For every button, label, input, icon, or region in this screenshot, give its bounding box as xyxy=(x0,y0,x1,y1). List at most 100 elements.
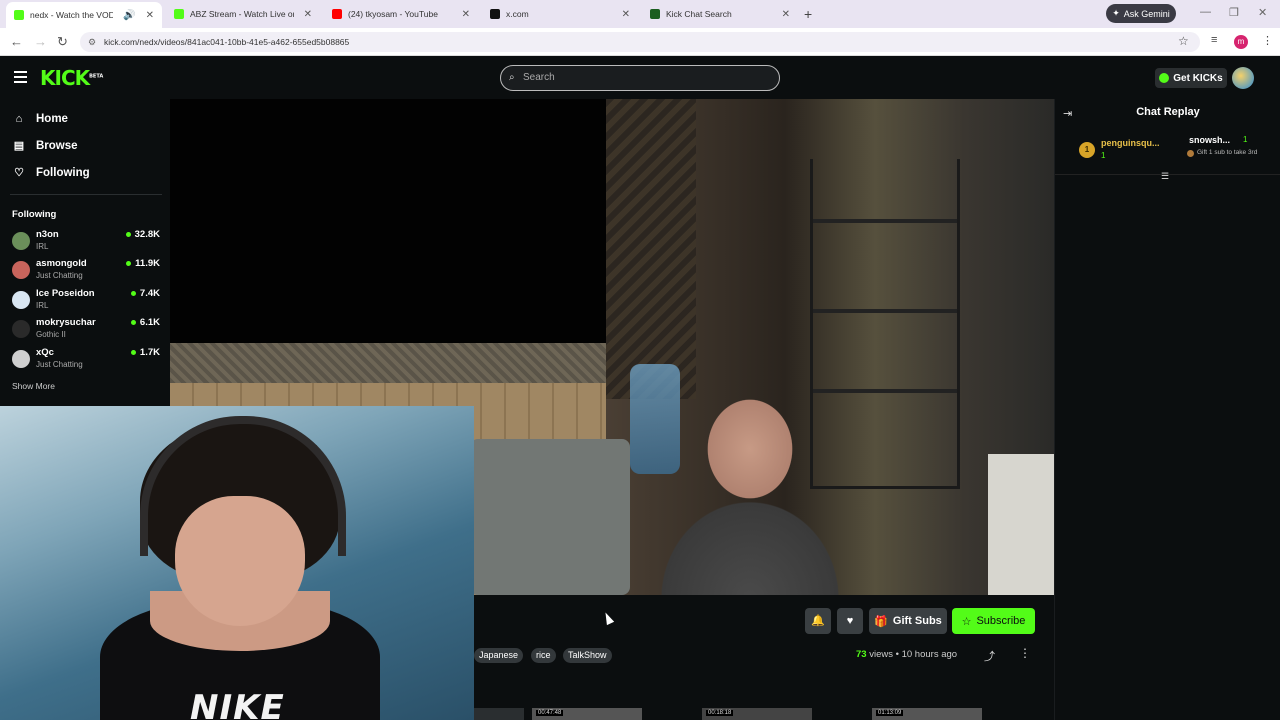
close-tab-icon[interactable]: ✕ xyxy=(304,9,312,20)
reload-icon[interactable]: ↻ xyxy=(57,34,68,50)
user-avatar[interactable] xyxy=(1232,67,1254,89)
profile-avatar[interactable]: m xyxy=(1234,35,1248,49)
gift-prompt: Gift 1 sub to take 3rd xyxy=(1187,149,1277,157)
top-gifter-name[interactable]: penguinsqu... xyxy=(1101,138,1160,148)
viewer-count: 1.7K xyxy=(131,347,160,358)
chat-title: Chat Replay xyxy=(1136,106,1200,118)
second-gifter-name[interactable]: snowsh... xyxy=(1189,135,1230,145)
tab-title: nedx - Watch the VOD on Kick xyxy=(30,10,114,20)
avatar xyxy=(12,350,30,368)
speaker-icon[interactable]: 🔊 xyxy=(123,10,135,21)
viewer-count: 7.4K xyxy=(131,288,160,299)
close-tab-icon[interactable]: ✕ xyxy=(622,9,630,20)
subscribe-button[interactable]: ☆ Subscribe xyxy=(952,608,1035,634)
avatar xyxy=(12,291,30,309)
tab-x[interactable]: x.com ✕ xyxy=(482,3,638,25)
site-header: KICKBETA ⌕ Search Get KICKs xyxy=(0,57,1280,99)
url-input[interactable]: ⚙ kick.com/nedx/videos/841ac041-10bb-41e… xyxy=(80,32,1200,52)
tab-youtube[interactable]: (24) tkyosam - YouTube ✕ xyxy=(324,3,478,25)
top-gifters-bar: 1 penguinsqu... 1 snowsh... 1 Gift 1 sub… xyxy=(1055,127,1280,175)
browser-menu-icon[interactable]: ⋮ xyxy=(1262,34,1273,47)
new-tab-icon[interactable]: + xyxy=(804,6,812,22)
chat-panel: ⇥ Chat Replay 1 penguinsqu... 1 snowsh..… xyxy=(1054,99,1280,720)
media-controls-icon[interactable]: ≡ xyxy=(1211,34,1217,46)
filter-icon[interactable]: ☰ xyxy=(1161,171,1169,182)
close-window-icon[interactable]: ✕ xyxy=(1258,6,1267,19)
maximize-icon[interactable]: ❐ xyxy=(1229,6,1239,19)
bookmark-star-icon[interactable]: ☆ xyxy=(1178,34,1189,48)
bell-icon: 🔔 xyxy=(811,615,825,627)
site-info-icon[interactable]: ⚙ xyxy=(88,32,96,52)
mouse-cursor-icon xyxy=(601,610,615,626)
channel-name: n3on xyxy=(36,229,59,240)
sidebar-item-following[interactable]: ♡ Following xyxy=(12,166,90,180)
channel-name: xQc xyxy=(36,347,54,358)
search-input[interactable]: ⌕ Search xyxy=(500,65,780,91)
gift-subs-button[interactable]: 🎁 Gift Subs xyxy=(869,608,947,634)
video-thumbnail[interactable]: 01:13:09 xyxy=(872,708,982,720)
following-item-xqc[interactable]: xQc Just Chatting 1.7K xyxy=(12,347,160,373)
channel-name: mokrysuchar xyxy=(36,317,96,328)
tab-kick-vod[interactable]: nedx - Watch the VOD on Kick 🔊 ✕ xyxy=(6,2,162,28)
kick-logo[interactable]: KICKBETA xyxy=(40,66,103,90)
beta-badge: BETA xyxy=(89,73,104,80)
video-thumbnail[interactable]: 00:47:48 xyxy=(532,708,642,720)
sidebar-item-home[interactable]: ⌂ Home xyxy=(12,113,68,125)
video-thumbnail[interactable]: 00:18:18 xyxy=(702,708,812,720)
tab-kick-chat-search[interactable]: Kick Chat Search ✕ xyxy=(642,3,798,25)
viewer-count: 6.1K xyxy=(131,317,160,328)
views-count: 73 xyxy=(856,649,867,660)
thumbnail-duration: 01:13:09 xyxy=(876,710,904,716)
hamburger-menu-icon[interactable] xyxy=(14,71,27,83)
webcam-headset xyxy=(140,416,346,556)
tab-abz-stream[interactable]: ABZ Stream - Watch Live on Kick ✕ xyxy=(166,3,320,25)
following-item-mokrysuchar[interactable]: mokrysuchar Gothic II 6.1K xyxy=(12,317,160,343)
search-placeholder: Search xyxy=(523,72,555,83)
following-heading: Following xyxy=(12,209,57,220)
close-tab-icon[interactable]: ✕ xyxy=(462,9,470,20)
tab-title: (24) tkyosam - YouTube xyxy=(348,9,438,19)
close-tab-icon[interactable]: ✕ xyxy=(146,10,154,21)
video-thumbnail[interactable] xyxy=(474,708,524,720)
back-icon[interactable]: ← xyxy=(10,34,23,49)
tag-japanese[interactable]: Japanese xyxy=(474,648,524,663)
webcam-overlay: NIKE xyxy=(0,406,474,720)
following-item-asmongold[interactable]: asmongold Just Chatting 11.9K xyxy=(12,258,160,284)
tag-talkshow[interactable]: TalkShow xyxy=(563,648,612,663)
get-kicks-button[interactable]: Get KICKs xyxy=(1155,68,1227,88)
heart-icon: ♡ xyxy=(14,167,24,179)
search-icon: ⌕ xyxy=(509,72,515,83)
url-text: kick.com/nedx/videos/841ac041-10bb-41e5-… xyxy=(104,37,350,47)
tag-rice[interactable]: rice xyxy=(531,648,556,663)
following-item-ice-poseidon[interactable]: Ice Poseidon IRL 7.4K xyxy=(12,288,160,314)
sidebar-item-label: Browse xyxy=(36,139,78,152)
ask-gemini-label: Ask Gemini xyxy=(1123,8,1170,19)
thumbnail-duration: 00:47:48 xyxy=(536,710,564,716)
avatar xyxy=(12,232,30,250)
show-more-link[interactable]: Show More xyxy=(12,381,55,391)
views-word: views xyxy=(869,649,893,660)
share-icon[interactable]: ⤴ xyxy=(984,648,995,664)
ask-gemini-button[interactable]: ✦ Ask Gemini xyxy=(1106,4,1176,23)
video-couch xyxy=(470,439,630,595)
more-options-icon[interactable]: ⋮ xyxy=(1019,646,1031,660)
kick-favicon-icon xyxy=(174,9,184,19)
heart-icon: ♥ xyxy=(846,615,854,627)
rank-badge: 1 xyxy=(1079,142,1095,158)
notification-bell-button[interactable]: 🔔 xyxy=(805,608,831,634)
follow-heart-button[interactable]: ♥ xyxy=(837,608,863,634)
gift-subs-label: Gift Subs xyxy=(892,615,942,627)
kick-favicon-icon xyxy=(650,9,660,19)
minimize-icon[interactable]: — xyxy=(1200,6,1211,18)
close-tab-icon[interactable]: ✕ xyxy=(782,9,790,20)
forward-icon[interactable]: → xyxy=(34,34,47,49)
sidebar: ⌂ Home ▤ Browse ♡ Following Following n3… xyxy=(0,99,170,406)
following-item-n3on[interactable]: n3on IRL 32.8K xyxy=(12,229,160,255)
video-dark-area xyxy=(170,99,606,343)
home-icon: ⌂ xyxy=(15,113,23,125)
avatar xyxy=(12,261,30,279)
sidebar-item-browse[interactable]: ▤ Browse xyxy=(12,139,78,153)
tab-title: x.com xyxy=(506,9,529,19)
sparkle-icon: ✦ xyxy=(1112,8,1120,18)
avatar xyxy=(12,320,30,338)
